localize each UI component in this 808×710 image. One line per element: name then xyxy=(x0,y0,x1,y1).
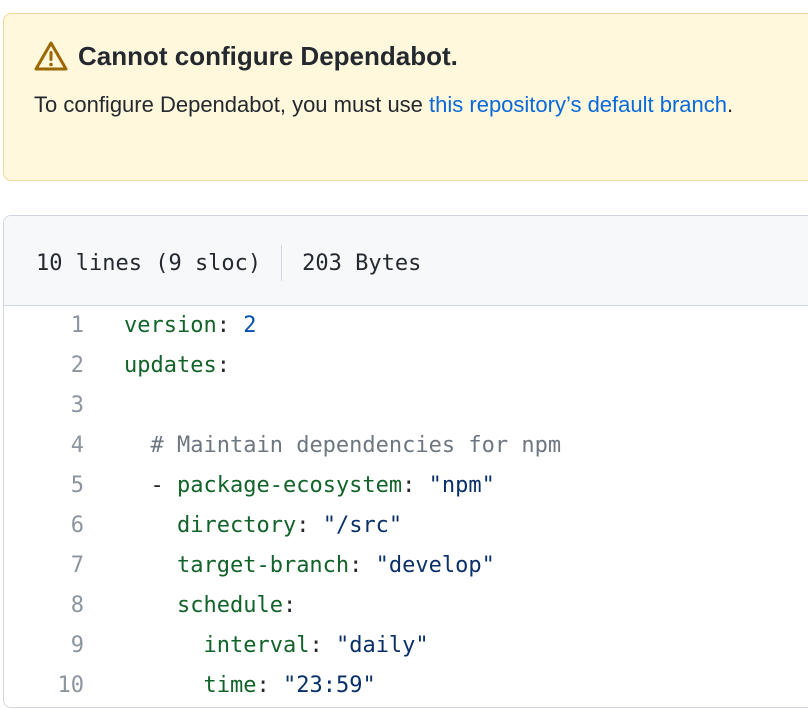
code-view: 1 version: 2 2 updates: 3 4 # Maintain depend… xyxy=(4,306,808,706)
line-count: 10 lines (9 sloc) xyxy=(36,250,262,276)
line-content: # Maintain dependencies for npm xyxy=(124,426,562,466)
code-token: : xyxy=(296,513,323,538)
file-header: 10 lines (9 sloc) 203 Bytes xyxy=(4,216,808,306)
line-content: updates: xyxy=(124,346,230,386)
line-content: time: "23:59" xyxy=(124,666,376,706)
code-line: 3 xyxy=(4,386,808,426)
line-number[interactable]: 10 xyxy=(4,666,85,706)
line-number[interactable]: 5 xyxy=(4,466,84,506)
code-line: 8 schedule: xyxy=(4,586,808,626)
code-token: : xyxy=(282,593,297,618)
alert-icon xyxy=(34,40,68,72)
line-number[interactable]: 4 xyxy=(4,426,84,466)
code-token: time xyxy=(203,673,257,698)
code-token: : xyxy=(216,313,244,338)
warning-message-text: To configure Dependabot, you must use xyxy=(34,92,430,117)
code-token: version xyxy=(124,313,217,338)
code-token: interval xyxy=(203,633,310,658)
line-content: - package-ecosystem: "npm" xyxy=(124,466,495,506)
code-token: : xyxy=(309,633,336,658)
line-number[interactable]: 9 xyxy=(4,626,84,666)
code-token: "daily" xyxy=(335,633,429,658)
line-number[interactable]: 2 xyxy=(4,346,84,386)
line-number[interactable]: 6 xyxy=(4,506,84,546)
code-token: "/src" xyxy=(322,513,403,538)
code-line: 7 target-branch: "develop" xyxy=(4,546,808,586)
line-content: interval: "daily" xyxy=(124,626,429,666)
line-number[interactable]: 1 xyxy=(4,306,84,346)
code-token: 2 xyxy=(243,313,257,338)
code-line: 6 directory: "/src" xyxy=(4,506,808,546)
warning-title-text: Cannot configure Dependabot. xyxy=(78,40,458,71)
code-line: 4 # Maintain dependencies for npm xyxy=(4,426,808,466)
code-token: : xyxy=(216,353,230,378)
line-number[interactable]: 3 xyxy=(4,386,84,426)
line-content: target-branch: "develop" xyxy=(124,546,495,586)
code-token: schedule xyxy=(176,593,283,618)
default-branch-link[interactable]: this repository’s default branch xyxy=(429,92,727,117)
code-line: 2 updates: xyxy=(4,346,808,386)
line-content: directory: "/src" xyxy=(124,506,402,546)
code-token: "npm" xyxy=(428,473,495,498)
code-token: target-branch xyxy=(176,553,350,578)
code-token: "develop" xyxy=(375,553,495,578)
warning-message: To configure Dependabot, you must use th… xyxy=(34,92,733,118)
code-token: - xyxy=(150,473,177,498)
file-viewer: 10 lines (9 sloc) 203 Bytes 1 version: 22… xyxy=(3,215,808,708)
line-number[interactable]: 7 xyxy=(4,546,84,586)
code-token: updates xyxy=(124,353,217,378)
warning-message-suffix: . xyxy=(727,92,734,117)
code-token: package-ecosystem xyxy=(177,473,403,498)
code-line: 1 version: 2 xyxy=(4,306,808,346)
code-line: 5 - package-ecosystem: "npm" xyxy=(4,466,808,506)
line-number[interactable]: 8 xyxy=(4,586,84,626)
warning-title: Cannot configure Dependabot. xyxy=(34,40,458,72)
line-content: version: 2 xyxy=(124,306,256,346)
code-line: 10 time: "23:59" xyxy=(4,666,808,706)
code-token: directory xyxy=(176,513,297,538)
code-token: : xyxy=(349,553,376,578)
file-size: 203 Bytes xyxy=(302,250,422,276)
code-token: "23:59" xyxy=(282,673,376,698)
code-token: # Maintain dependencies for npm xyxy=(150,433,562,458)
line-content: schedule: xyxy=(124,586,296,626)
file-info-divider xyxy=(281,245,283,281)
code-token: : xyxy=(402,473,429,498)
code-line: 9 interval: "daily" xyxy=(4,626,808,666)
file-info: 10 lines (9 sloc) 203 Bytes xyxy=(36,245,421,281)
code-token: : xyxy=(256,673,283,698)
